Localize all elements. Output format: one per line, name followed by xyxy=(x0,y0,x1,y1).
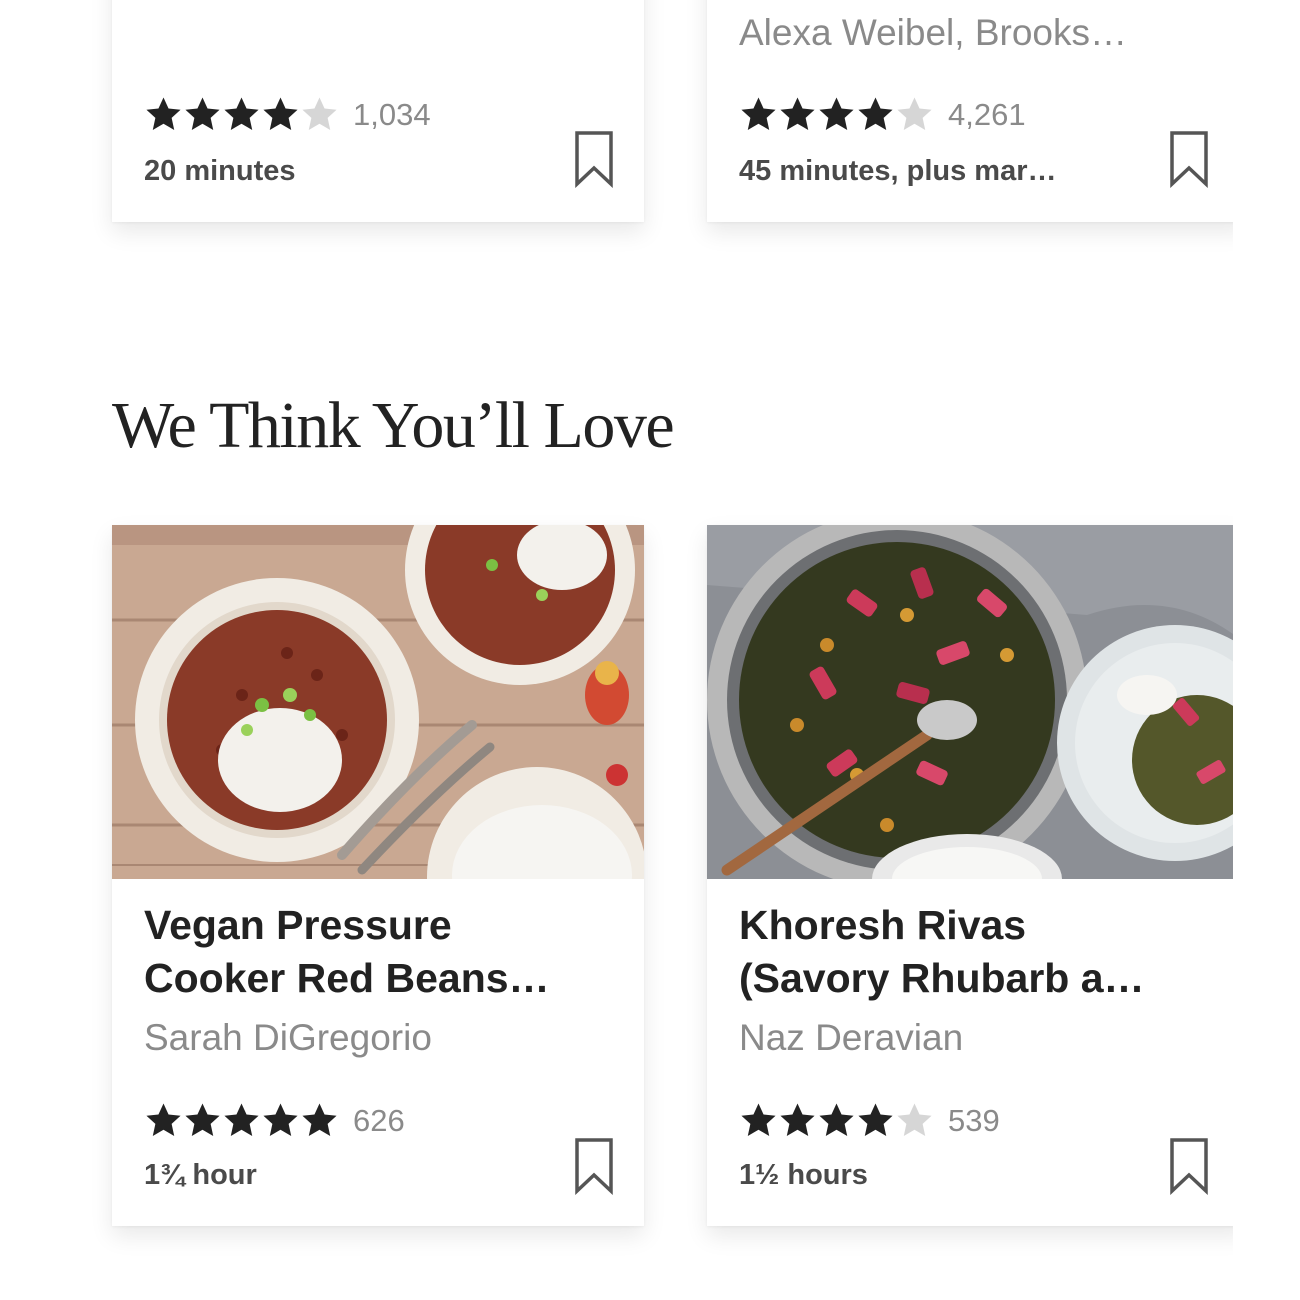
recipe-author: Naz Deravian xyxy=(739,1017,964,1058)
star-icon xyxy=(261,95,300,134)
bookmark-icon[interactable] xyxy=(574,1137,614,1195)
recipe-info: Vegan Pressure Cooker Red Beans… Sarah D… xyxy=(112,879,644,1226)
star-icon xyxy=(300,1101,339,1140)
star-icon xyxy=(183,1101,222,1140)
section-heading: We Think You’ll Love xyxy=(112,389,675,462)
cook-time: 20 minutes xyxy=(144,155,296,187)
star-icon xyxy=(856,1101,895,1140)
cook-time: 45 minutes, plus mar… xyxy=(739,155,1057,187)
star-icon xyxy=(144,1101,183,1140)
star-icon xyxy=(817,95,856,134)
bookmark-icon[interactable] xyxy=(1169,130,1209,188)
recipe-photo[interactable] xyxy=(707,525,1233,879)
star-icon xyxy=(222,95,261,134)
rating-count: 626 xyxy=(353,1102,405,1138)
rating-count: 4,261 xyxy=(948,96,1026,132)
recipe-rating: 539 xyxy=(739,1101,1000,1140)
recipe-card[interactable]: Vegan Pressure Cooker Red Beans… Sarah D… xyxy=(112,525,644,1226)
star-icon xyxy=(856,95,895,134)
star-icon xyxy=(817,1101,856,1140)
star-icon xyxy=(261,1101,300,1140)
star-rating xyxy=(144,1101,339,1140)
recipe-author: Sarah DiGregorio xyxy=(144,1017,432,1058)
rating-count: 1,034 xyxy=(353,96,431,132)
recipe-card[interactable]: Alexa Weibel, Brooks… 4,261 45 minutes, … xyxy=(707,0,1233,222)
star-icon xyxy=(895,95,934,134)
star-icon xyxy=(144,95,183,134)
recipe-author: Alexa Weibel, Brooks… xyxy=(739,12,1127,53)
star-icon xyxy=(895,1101,934,1140)
star-icon xyxy=(778,1101,817,1140)
star-rating xyxy=(739,1101,934,1140)
recipe-info: Khoresh Rivas (Savory Rhubarb a… Naz Der… xyxy=(707,879,1233,1226)
recipe-rating: 1,034 xyxy=(144,95,431,134)
recipe-card[interactable]: 1,034 20 minutes xyxy=(112,0,644,222)
recipe-rating: 626 xyxy=(144,1101,405,1140)
star-rating xyxy=(144,95,339,134)
bookmark-icon[interactable] xyxy=(1169,1137,1209,1195)
recipe-card[interactable]: Khoresh Rivas (Savory Rhubarb a… Naz Der… xyxy=(707,525,1233,1226)
star-icon xyxy=(222,1101,261,1140)
cook-time: 1½ hours xyxy=(739,1159,868,1191)
recipe-feed: 1,034 20 minutes Alexa Weibel, Brooks… 4… xyxy=(0,0,1233,1300)
star-icon xyxy=(739,1101,778,1140)
rating-count: 539 xyxy=(948,1102,1000,1138)
star-icon xyxy=(778,95,817,134)
star-icon xyxy=(300,95,339,134)
recipe-photo[interactable] xyxy=(112,525,644,879)
star-icon xyxy=(739,95,778,134)
recipe-title[interactable]: Vegan Pressure Cooker Red Beans… xyxy=(144,899,616,1005)
bookmark-icon[interactable] xyxy=(574,130,614,188)
recipe-rating: 4,261 xyxy=(739,95,1026,134)
recipe-title[interactable]: Khoresh Rivas (Savory Rhubarb a… xyxy=(739,899,1219,1005)
star-rating xyxy=(739,95,934,134)
cook-time: 1¾ hour xyxy=(144,1159,257,1191)
star-icon xyxy=(183,95,222,134)
